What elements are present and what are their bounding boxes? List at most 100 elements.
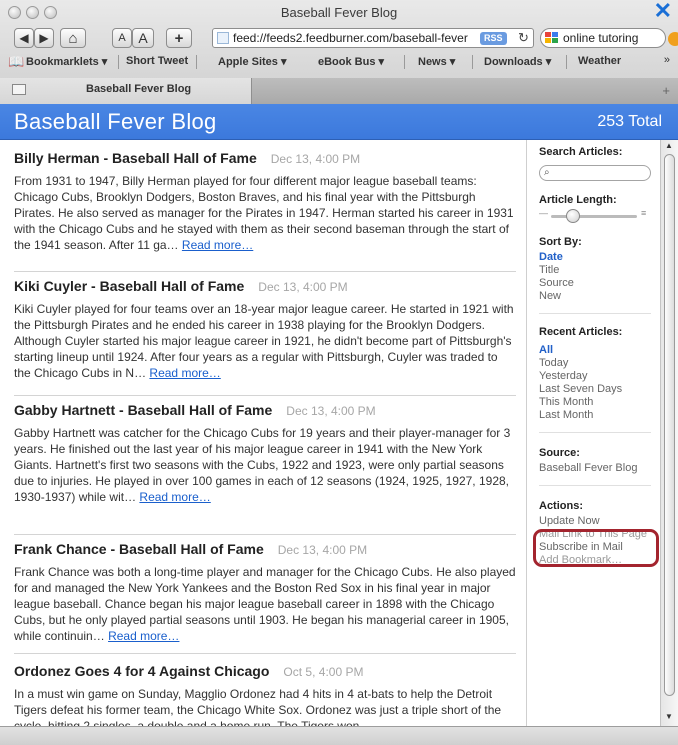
article-title[interactable]: Kiki Cuyler - Baseball Hall of Fame bbox=[14, 278, 244, 294]
recent-this-month[interactable]: This Month bbox=[539, 396, 593, 408]
window-title: Baseball Fever Blog bbox=[280, 5, 398, 20]
sort-title[interactable]: Title bbox=[539, 264, 559, 276]
search-engine-icon bbox=[545, 32, 559, 44]
bookmarks-overflow-icon[interactable]: » bbox=[664, 54, 670, 66]
feed-sidebar: Search Articles: ⌕ Article Length: — ≡ S… bbox=[526, 140, 660, 726]
recent-articles-heading: Recent Articles: bbox=[539, 326, 623, 338]
book-icon[interactable]: 📖 bbox=[8, 54, 24, 70]
scroll-down-icon[interactable]: ▼ bbox=[665, 712, 673, 721]
sidebar-divider bbox=[539, 485, 651, 486]
article-item: Kiki Cuyler - Baseball Hall of Fame Dec 1… bbox=[14, 278, 516, 381]
article-list: Billy Herman - Baseball Hall of Fame Dec … bbox=[0, 140, 526, 726]
sidebar-divider bbox=[539, 432, 651, 433]
font-larger-button[interactable]: A bbox=[132, 28, 154, 48]
article-divider bbox=[14, 271, 516, 272]
search-input[interactable]: online tutoring bbox=[540, 28, 666, 48]
article-title[interactable]: Ordonez Goes 4 for 4 Against Chicago bbox=[14, 663, 269, 679]
browser-chrome: Baseball Fever Blog ✕ ◀ ▶ ⌂ A A + feed:/… bbox=[0, 0, 678, 104]
article-date: Dec 13, 4:00 PM bbox=[286, 404, 376, 418]
recent-yesterday[interactable]: Yesterday bbox=[539, 370, 588, 382]
bookmark-separator bbox=[118, 55, 119, 69]
new-tab-icon[interactable]: + bbox=[662, 83, 670, 98]
read-more-link[interactable]: Read more… bbox=[182, 238, 253, 252]
article-date: Dec 13, 4:00 PM bbox=[277, 543, 368, 557]
article-item: Gabby Hartnett - Baseball Hall of Fame De… bbox=[14, 402, 516, 505]
scroll-thumb[interactable] bbox=[664, 154, 675, 696]
read-more-link[interactable]: Read more… bbox=[108, 629, 179, 643]
bookmark-weather[interactable]: Weather bbox=[578, 55, 621, 67]
article-item: Billy Herman - Baseball Hall of Fame Dec … bbox=[14, 150, 516, 253]
article-summary: In a must win game on Sunday, Magglio Or… bbox=[14, 687, 502, 726]
bookmarks-bar: 📖 Bookmarklets ▾ Short Tweet Apple Sites… bbox=[0, 53, 678, 71]
font-smaller-button[interactable]: A bbox=[112, 28, 132, 48]
sort-new[interactable]: New bbox=[539, 290, 561, 302]
recent-last-seven-days[interactable]: Last Seven Days bbox=[539, 383, 622, 395]
bookmark-news[interactable]: News ▾ bbox=[418, 55, 455, 68]
recent-last-month[interactable]: Last Month bbox=[539, 409, 593, 421]
bookmark-apple-sites[interactable]: Apple Sites ▾ bbox=[218, 55, 286, 68]
tab-baseball-fever[interactable]: Baseball Fever Blog bbox=[0, 78, 252, 104]
feed-header: Baseball Fever Blog 253 Total bbox=[0, 104, 678, 140]
bookmark-ebook-bus[interactable]: eBook Bus ▾ bbox=[318, 55, 384, 68]
recent-today[interactable]: Today bbox=[539, 357, 568, 369]
bookmark-downloads[interactable]: Downloads ▾ bbox=[484, 55, 551, 68]
recent-all[interactable]: All bbox=[539, 344, 553, 356]
sort-source[interactable]: Source bbox=[539, 277, 574, 289]
length-max-icon: ≡ bbox=[641, 208, 647, 218]
article-summary: Gabby Hartnett was catcher for the Chica… bbox=[14, 426, 511, 504]
source-heading: Source: bbox=[539, 447, 580, 459]
tab-page-icon bbox=[12, 84, 26, 95]
search-text: online tutoring bbox=[563, 31, 639, 45]
sort-by-heading: Sort By: bbox=[539, 236, 582, 248]
length-min-icon: — bbox=[539, 208, 548, 218]
address-text: feed://feeds2.feedburner.com/baseball-fe… bbox=[233, 31, 468, 45]
tab-bar: Baseball Fever Blog + bbox=[0, 78, 678, 104]
article-search-field[interactable]: ⌕ bbox=[539, 165, 651, 181]
article-summary: Frank Chance was both a long-time player… bbox=[14, 565, 516, 643]
add-bookmark-button[interactable]: + bbox=[166, 28, 192, 48]
read-more-link[interactable]: Read more… bbox=[139, 490, 210, 504]
article-item: Frank Chance - Baseball Hall of Fame Dec … bbox=[14, 541, 516, 644]
scroll-up-icon[interactable]: ▲ bbox=[665, 141, 673, 150]
bookmark-bookmarklets[interactable]: Bookmarklets ▾ bbox=[26, 55, 107, 68]
back-button[interactable]: ◀ bbox=[14, 28, 34, 48]
status-bar bbox=[0, 726, 678, 745]
bookmark-separator bbox=[196, 55, 197, 69]
article-date: Dec 13, 4:00 PM bbox=[270, 152, 361, 166]
bookmark-separator bbox=[472, 55, 473, 69]
magnifier-icon: ⌕ bbox=[544, 167, 550, 178]
article-length-slider[interactable] bbox=[551, 215, 637, 218]
article-divider bbox=[14, 534, 516, 535]
reload-icon[interactable]: ↻ bbox=[518, 30, 529, 46]
article-divider bbox=[14, 653, 516, 654]
action-update-now[interactable]: Update Now bbox=[539, 515, 600, 527]
highlight-annotation bbox=[533, 529, 659, 567]
page-icon bbox=[217, 32, 229, 44]
close-icon[interactable]: ✕ bbox=[654, 0, 672, 24]
article-length-knob[interactable] bbox=[565, 209, 580, 223]
source-baseball-fever[interactable]: Baseball Fever Blog bbox=[539, 462, 637, 474]
tab-label: Baseball Fever Blog bbox=[86, 83, 192, 95]
article-date: Dec 13, 4:00 PM bbox=[258, 280, 348, 294]
article-total-count: 253 Total bbox=[597, 113, 662, 130]
article-title[interactable]: Frank Chance - Baseball Hall of Fame bbox=[14, 541, 264, 557]
bookmark-separator bbox=[566, 55, 567, 69]
forward-button[interactable]: ▶ bbox=[34, 28, 54, 48]
search-menu-icon[interactable] bbox=[668, 32, 678, 46]
article-title[interactable]: Gabby Hartnett - Baseball Hall of Fame bbox=[14, 402, 272, 418]
bookmark-short-tweet[interactable]: Short Tweet bbox=[126, 55, 188, 67]
article-summary: From 1931 to 1947, Billy Herman played f… bbox=[14, 174, 514, 252]
sidebar-divider bbox=[539, 313, 651, 314]
search-articles-heading: Search Articles: bbox=[539, 146, 623, 158]
article-divider bbox=[14, 395, 516, 396]
article-length-heading: Article Length: bbox=[539, 194, 617, 206]
sort-date[interactable]: Date bbox=[539, 251, 563, 263]
home-icon[interactable]: ⌂ bbox=[60, 28, 86, 48]
bookmark-separator bbox=[404, 55, 405, 69]
article-date: Oct 5, 4:00 PM bbox=[283, 665, 364, 679]
read-more-link[interactable]: Read more… bbox=[149, 366, 220, 380]
vertical-scrollbar[interactable]: ▲ ▼ bbox=[660, 140, 678, 726]
feed-title: Baseball Fever Blog bbox=[14, 109, 217, 134]
rss-badge[interactable]: RSS bbox=[480, 32, 507, 45]
article-title[interactable]: Billy Herman - Baseball Hall of Fame bbox=[14, 150, 257, 166]
